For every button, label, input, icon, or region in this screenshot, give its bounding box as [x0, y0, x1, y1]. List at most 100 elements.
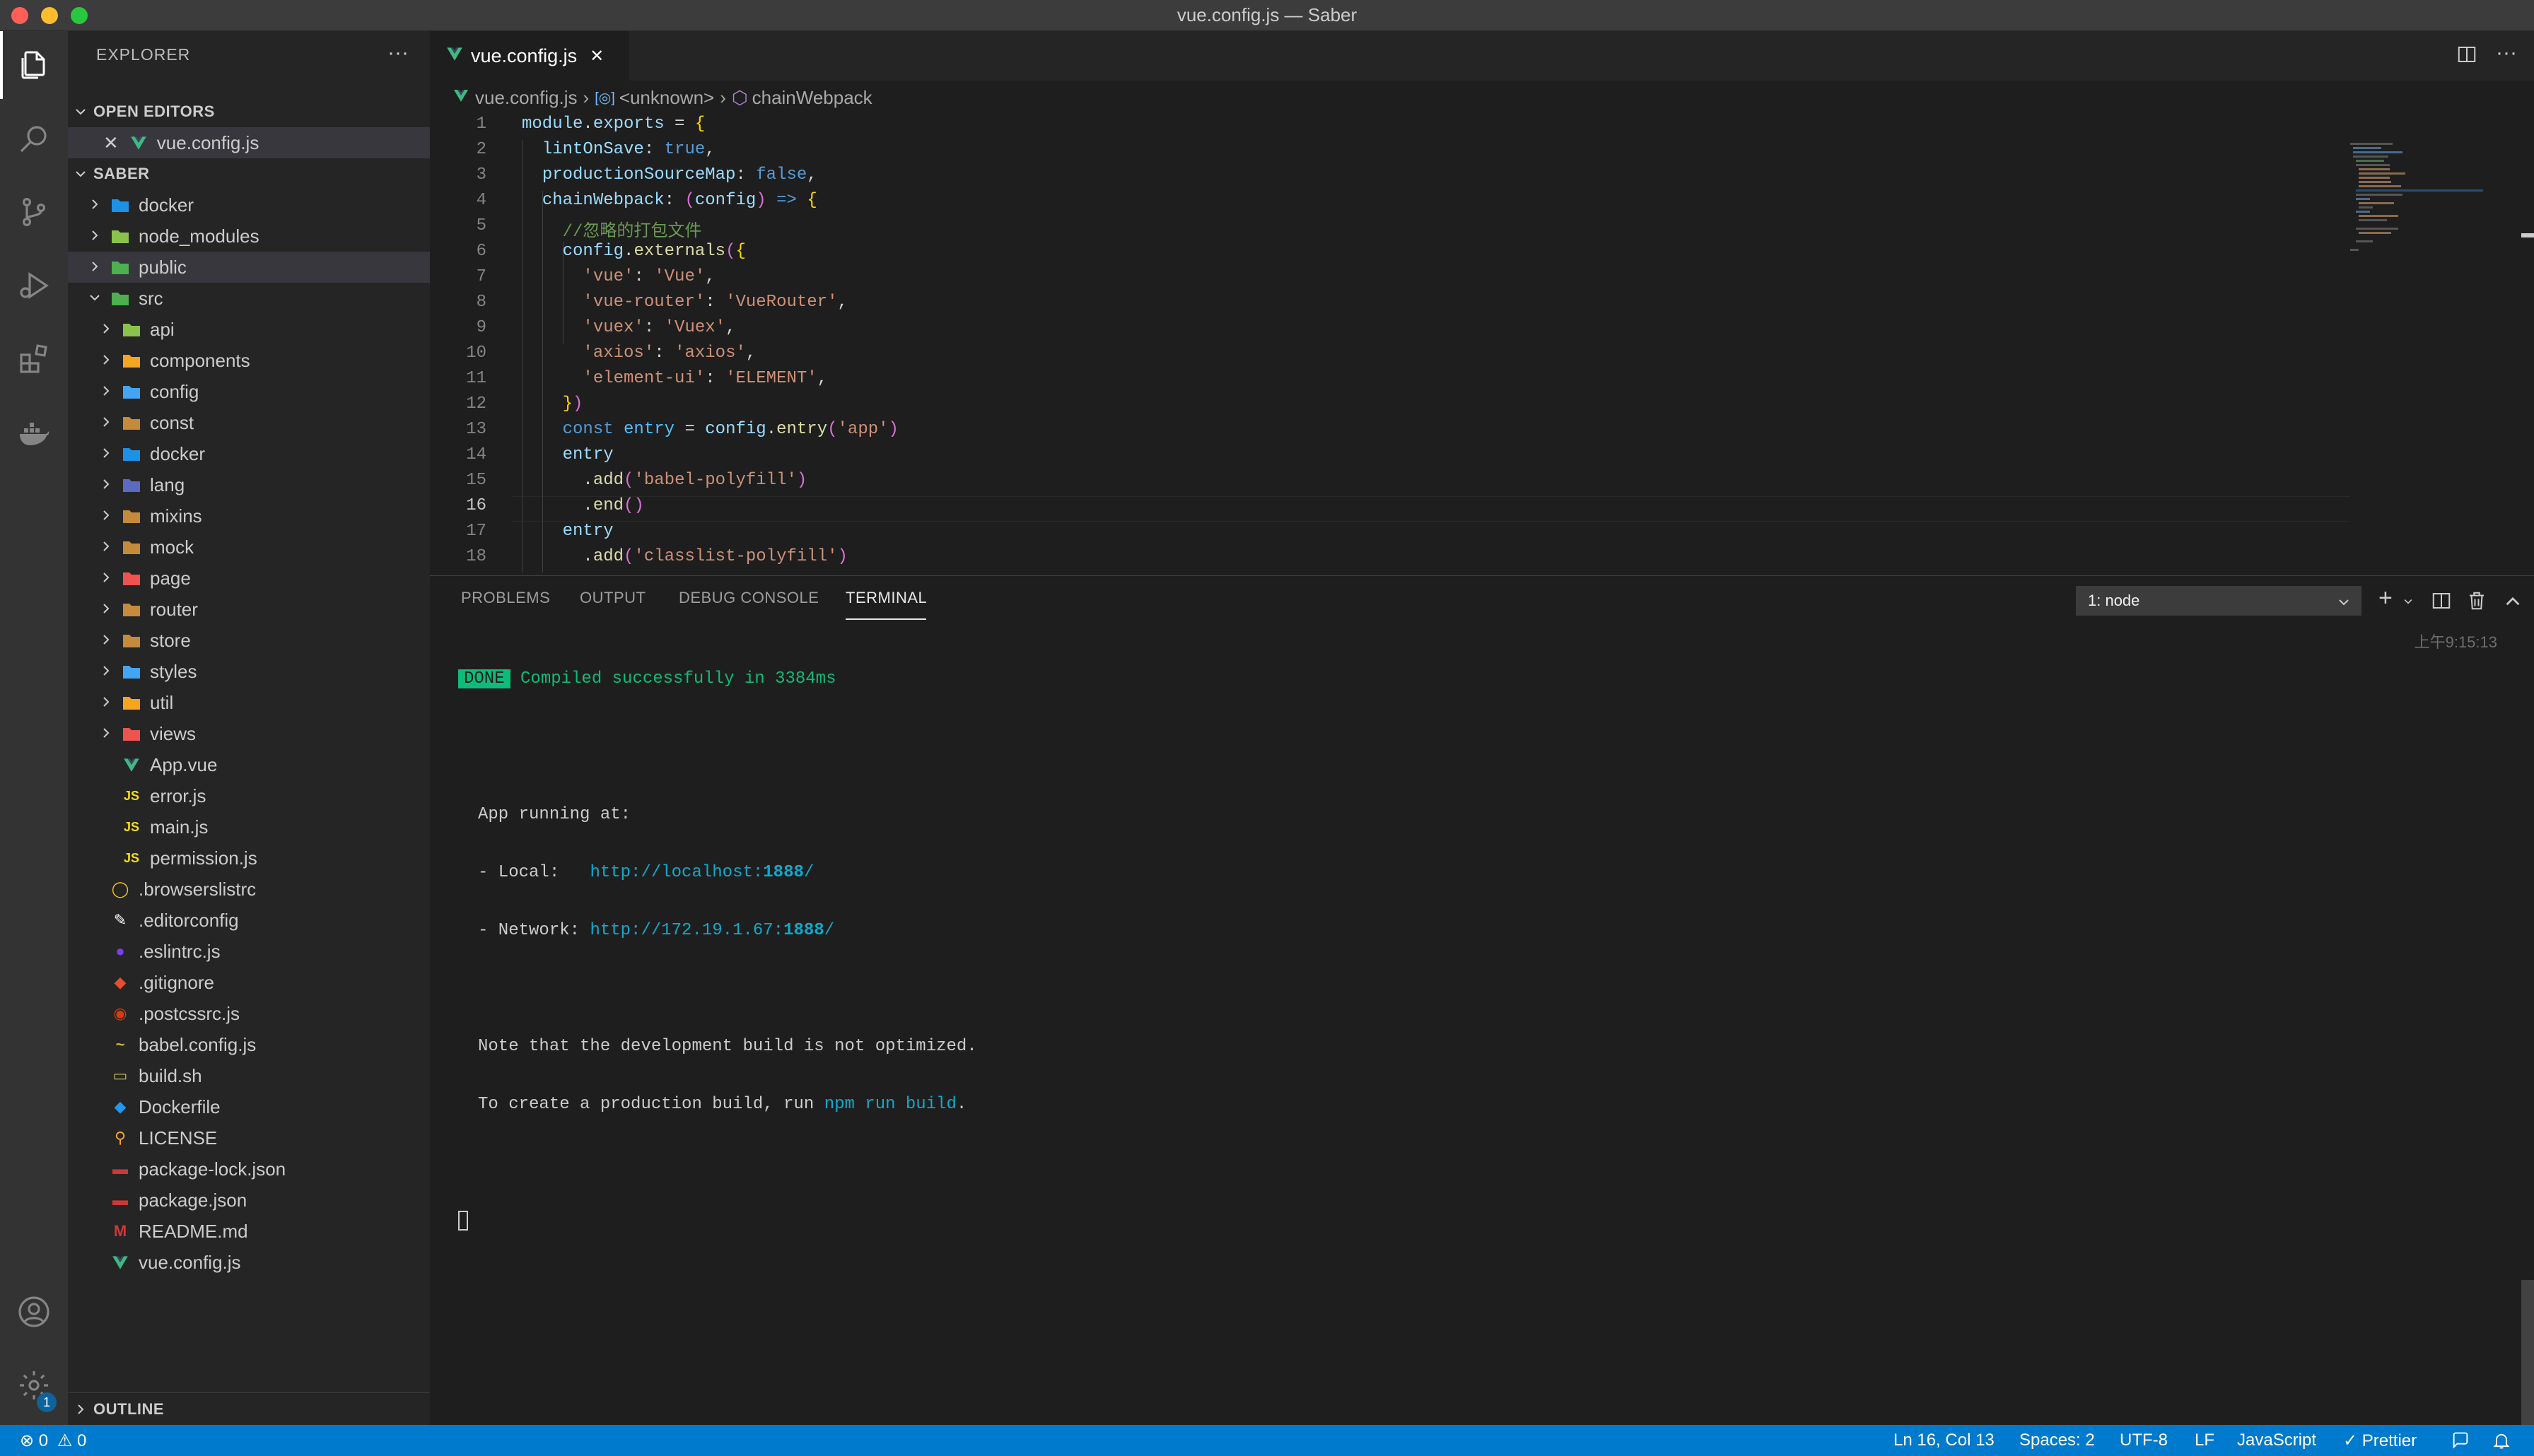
tree-item[interactable]: page: [68, 563, 430, 594]
problems-status[interactable]: ⊗ 0 ⚠ 0: [20, 1431, 86, 1451]
end-of-line[interactable]: LF: [2195, 1431, 2214, 1450]
code-line[interactable]: const entry = config.entry('app'): [522, 420, 899, 439]
chevron-up-icon[interactable]: [2503, 592, 2523, 611]
tree-item[interactable]: public: [68, 252, 430, 283]
explorer-icon[interactable]: [0, 31, 68, 99]
code-line[interactable]: .end(): [522, 496, 643, 515]
code-line[interactable]: module.exports = {: [522, 115, 705, 134]
code-line[interactable]: 'vue': 'Vue',: [522, 267, 715, 286]
close-icon[interactable]: ✕: [103, 132, 119, 154]
open-editor-item[interactable]: ✕ vue.config.js: [68, 127, 430, 158]
code-line[interactable]: 'axios': 'axios',: [522, 344, 756, 363]
close-tab-icon[interactable]: ✕: [590, 46, 604, 66]
code-line[interactable]: 'vue-router': 'VueRouter',: [522, 293, 847, 312]
tree-item[interactable]: util: [68, 687, 430, 718]
tree-item[interactable]: docker: [68, 438, 430, 469]
tree-item[interactable]: JS error.js: [68, 780, 430, 811]
code-line[interactable]: .add('classlist-polyfill'): [522, 547, 848, 566]
minimap[interactable]: [2350, 115, 2534, 574]
docker-icon[interactable]: [0, 399, 68, 466]
tree-item[interactable]: JS main.js: [68, 811, 430, 843]
breadcrumb-file[interactable]: vue.config.js: [475, 87, 578, 109]
open-editors-section[interactable]: OPEN EDITORS: [68, 96, 430, 127]
notifications-bell-icon[interactable]: [2492, 1431, 2511, 1455]
split-editor-icon[interactable]: [2456, 44, 2477, 70]
editor-more-actions-icon[interactable]: ···: [2496, 41, 2517, 65]
split-terminal-icon[interactable]: [2431, 590, 2452, 611]
code-line[interactable]: .add('babel-polyfill'): [522, 471, 807, 490]
cursor-position[interactable]: Ln 16, Col 13: [1893, 1431, 1995, 1450]
encoding[interactable]: UTF-8: [2120, 1431, 2168, 1450]
tree-item[interactable]: M README.md: [68, 1216, 430, 1247]
extensions-icon[interactable]: [0, 325, 68, 393]
tree-item[interactable]: const: [68, 407, 430, 438]
tree-item[interactable]: ◆ Dockerfile: [68, 1091, 430, 1122]
indentation[interactable]: Spaces: 2: [2019, 1431, 2095, 1450]
tree-item[interactable]: lang: [68, 469, 430, 500]
tree-item[interactable]: ◆ .gitignore: [68, 967, 430, 998]
local-url[interactable]: http://localhost:1888/: [590, 863, 814, 882]
tree-item[interactable]: src: [68, 283, 430, 314]
tree-item[interactable]: views: [68, 718, 430, 749]
breadcrumb-symbol[interactable]: chainWebpack: [752, 87, 872, 109]
more-actions-icon[interactable]: ···: [387, 41, 409, 65]
terminal-select[interactable]: 1: node: [2076, 586, 2361, 616]
source-control-icon[interactable]: [0, 178, 68, 246]
tab-debug-console[interactable]: DEBUG CONSOLE: [679, 589, 819, 607]
close-panel-icon[interactable]: ✕: [2530, 586, 2534, 609]
tree-item[interactable]: ◉ .postcssrc.js: [68, 998, 430, 1029]
code-line[interactable]: 'element-ui': 'ELEMENT',: [522, 369, 827, 388]
code-line[interactable]: //忽略的打包文件: [522, 216, 702, 242]
tree-item[interactable]: ● .eslintrc.js: [68, 936, 430, 967]
run-debug-icon[interactable]: [0, 252, 68, 319]
outline-section[interactable]: OUTLINE: [68, 1394, 430, 1425]
tree-item[interactable]: store: [68, 625, 430, 656]
code-line[interactable]: chainWebpack: (config) => {: [522, 191, 817, 210]
tab-terminal[interactable]: TERMINAL: [846, 589, 927, 607]
project-section[interactable]: SABER: [68, 158, 430, 189]
tree-item[interactable]: styles: [68, 656, 430, 687]
settings-gear-icon[interactable]: 1: [0, 1351, 68, 1419]
tree-item[interactable]: mock: [68, 532, 430, 563]
tree-item[interactable]: ⚲ LICENSE: [68, 1122, 430, 1153]
tree-item[interactable]: ▬ package-lock.json: [68, 1153, 430, 1185]
tree-item[interactable]: ~ babel.config.js: [68, 1029, 430, 1060]
tree-item[interactable]: ◯ .browserslistrc: [68, 874, 430, 905]
tree-item[interactable]: mixins: [68, 500, 430, 532]
tree-item[interactable]: ▭ build.sh: [68, 1060, 430, 1091]
code-line[interactable]: }): [522, 394, 583, 413]
prettier-status[interactable]: ✓ Prettier: [2343, 1431, 2417, 1451]
chevron-down-icon[interactable]: [2402, 596, 2414, 607]
tree-item[interactable]: config: [68, 376, 430, 407]
search-icon[interactable]: [0, 105, 68, 172]
tree-item[interactable]: node_modules: [68, 221, 430, 252]
terminal-scrollbar[interactable]: [2521, 1280, 2534, 1426]
tree-item[interactable]: api: [68, 314, 430, 345]
code-line[interactable]: entry: [522, 522, 614, 541]
tab-output[interactable]: OUTPUT: [580, 589, 646, 607]
language-mode[interactable]: JavaScript: [2237, 1431, 2316, 1450]
code-line[interactable]: entry: [522, 445, 614, 464]
code-line[interactable]: 'vuex': 'Vuex',: [522, 318, 735, 337]
tree-item[interactable]: JS permission.js: [68, 843, 430, 874]
tree-item[interactable]: ✎ .editorconfig: [68, 905, 430, 936]
trash-icon[interactable]: [2466, 590, 2487, 611]
network-url[interactable]: http://172.19.1.67:1888/: [590, 921, 834, 940]
terminal-output[interactable]: DONE Compiled successfully in 3384ms App…: [458, 631, 977, 1269]
tree-item[interactable]: vue.config.js: [68, 1247, 430, 1278]
new-terminal-icon[interactable]: +: [2378, 585, 2393, 612]
tree-item-label: babel.config.js: [139, 1033, 257, 1055]
code-line[interactable]: lintOnSave: true,: [522, 140, 716, 159]
tab-vue-config[interactable]: vue.config.js ✕: [430, 31, 629, 81]
tree-item[interactable]: router: [68, 594, 430, 625]
tab-problems[interactable]: PROBLEMS: [461, 589, 550, 607]
tree-item[interactable]: ▬ package.json: [68, 1185, 430, 1216]
tree-item[interactable]: components: [68, 345, 430, 376]
account-icon[interactable]: [0, 1278, 68, 1346]
tree-item[interactable]: docker: [68, 189, 430, 221]
code-line[interactable]: productionSourceMap: false,: [522, 165, 817, 184]
feedback-icon[interactable]: [2451, 1431, 2470, 1455]
breadcrumb-scope[interactable]: <unknown>: [619, 87, 714, 109]
code-line[interactable]: config.externals({: [522, 242, 746, 261]
tree-item[interactable]: App.vue: [68, 749, 430, 780]
